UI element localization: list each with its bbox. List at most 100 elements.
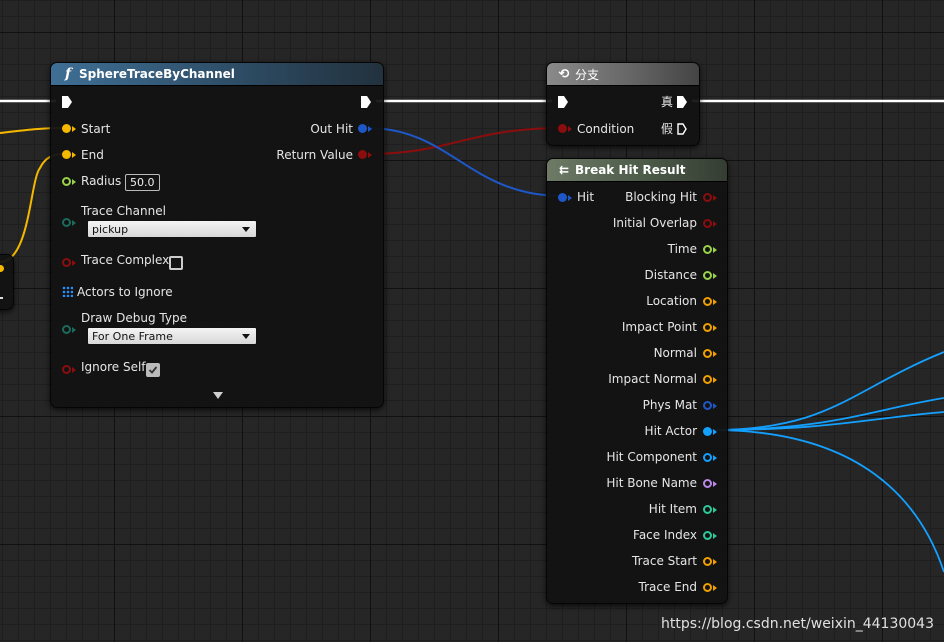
break-hit-output-pin[interactable] bbox=[703, 193, 712, 202]
break-hit-output-pin[interactable] bbox=[703, 583, 712, 592]
start-pin[interactable] bbox=[62, 124, 71, 133]
return-value-pin-arrow bbox=[368, 152, 372, 158]
radius-pin[interactable] bbox=[62, 177, 71, 186]
checkmark-icon bbox=[148, 366, 158, 374]
branch-node[interactable]: ⟲ 分支 真 Condition 假 bbox=[546, 62, 700, 146]
break-hit-output-label: Location bbox=[646, 294, 697, 308]
break-hit-output-pin[interactable] bbox=[703, 271, 712, 280]
break-hit-output-label: Initial Overlap bbox=[612, 216, 697, 230]
ignore-self-pin[interactable] bbox=[62, 365, 71, 374]
branch-icon: ⟲ bbox=[558, 66, 570, 82]
expand-advanced-icon[interactable] bbox=[213, 392, 223, 399]
branch-header[interactable]: ⟲ 分支 bbox=[547, 63, 699, 86]
ignore-self-checkbox[interactable] bbox=[146, 363, 160, 377]
break-hit-output-label: Normal bbox=[653, 346, 697, 360]
break-hit-output-pin[interactable] bbox=[703, 427, 712, 436]
break-hit-node[interactable]: ⇇ Break Hit Result Hit Blocking Hit Initi… bbox=[546, 158, 728, 604]
break-hit-output-pin[interactable] bbox=[703, 479, 712, 488]
branch-true-pin[interactable] bbox=[677, 96, 687, 108]
ignore-self-pin-arrow bbox=[72, 367, 76, 373]
watermark: https://blog.csdn.net/weixin_44130043 bbox=[660, 616, 934, 632]
radius-pin-arrow bbox=[72, 179, 76, 185]
branch-false-label: 假 bbox=[660, 122, 673, 136]
break-hit-output-label: Hit Component bbox=[606, 450, 697, 464]
break-hit-output-label: Hit Item bbox=[648, 502, 697, 516]
break-hit-output-pin-arrow bbox=[713, 481, 717, 487]
break-hit-output-label: Trace End bbox=[638, 580, 697, 594]
break-hit-output-pin[interactable] bbox=[703, 401, 712, 410]
break-hit-output-label: Blocking Hit bbox=[625, 190, 697, 204]
break-hit-output-pin-arrow bbox=[713, 559, 717, 565]
break-hit-output-pin[interactable] bbox=[703, 375, 712, 384]
sphere-trace-node[interactable]: f SphereTraceByChannel Start End Radius … bbox=[50, 62, 384, 408]
draw-debug-dropdown[interactable]: For One Frame bbox=[87, 327, 257, 345]
condition-pin[interactable] bbox=[558, 124, 567, 133]
condition-pin-arrow bbox=[568, 126, 572, 132]
break-hit-output-pin-arrow bbox=[713, 455, 717, 461]
break-hit-output-pin-arrow bbox=[713, 273, 717, 279]
partial-node-left[interactable] bbox=[0, 254, 14, 310]
grid-array-icon[interactable] bbox=[62, 286, 73, 297]
partial-node-line bbox=[0, 297, 3, 299]
break-hit-output-pin[interactable] bbox=[703, 557, 712, 566]
hit-input-pin[interactable] bbox=[558, 193, 567, 202]
hit-input-pin-arrow bbox=[568, 195, 572, 201]
break-struct-icon: ⇇ bbox=[558, 163, 570, 177]
break-hit-output-pin[interactable] bbox=[703, 323, 712, 332]
ignore-self-label: Ignore Self bbox=[81, 360, 146, 374]
exec-out-pin[interactable] bbox=[361, 96, 371, 108]
trace-channel-dropdown[interactable]: pickup bbox=[87, 220, 257, 238]
break-hit-output-label: Impact Point bbox=[621, 320, 697, 334]
draw-debug-label: Draw Debug Type bbox=[81, 311, 187, 325]
break-hit-header[interactable]: ⇇ Break Hit Result bbox=[547, 159, 727, 182]
break-hit-output-pin[interactable] bbox=[703, 505, 712, 514]
break-hit-output-pin-arrow bbox=[713, 195, 717, 201]
condition-label: Condition bbox=[577, 122, 635, 136]
return-value-label: Return Value bbox=[276, 148, 353, 162]
trace-channel-value: pickup bbox=[92, 223, 129, 236]
sphere-trace-header[interactable]: f SphereTraceByChannel bbox=[51, 63, 383, 86]
return-value-pin[interactable] bbox=[358, 150, 367, 159]
out-hit-pin-arrow bbox=[368, 126, 372, 132]
out-hit-pin[interactable] bbox=[358, 124, 367, 133]
sphere-trace-title: SphereTraceByChannel bbox=[79, 67, 235, 81]
break-hit-output-label: Face Index bbox=[633, 528, 697, 542]
break-hit-output-pin-arrow bbox=[713, 507, 717, 513]
break-hit-output-pin[interactable] bbox=[703, 297, 712, 306]
exec-in-pin[interactable] bbox=[62, 96, 72, 108]
trace-complex-checkbox[interactable] bbox=[169, 256, 183, 270]
break-hit-output-pin-arrow bbox=[713, 351, 717, 357]
hit-input-label: Hit bbox=[577, 190, 595, 204]
draw-debug-pin[interactable] bbox=[62, 325, 71, 334]
break-hit-output-pin[interactable] bbox=[703, 531, 712, 540]
break-hit-output-label: Distance bbox=[644, 268, 697, 282]
break-hit-output-pin[interactable] bbox=[703, 245, 712, 254]
trace-channel-pin[interactable] bbox=[62, 218, 71, 227]
radius-label: Radius bbox=[81, 174, 122, 188]
break-hit-output-pin-arrow bbox=[713, 585, 717, 591]
break-hit-output-pin[interactable] bbox=[703, 219, 712, 228]
end-pin[interactable] bbox=[62, 150, 71, 159]
break-hit-output-pin[interactable] bbox=[703, 453, 712, 462]
partial-node-pin-icon bbox=[0, 265, 4, 272]
trace-channel-pin-arrow bbox=[72, 220, 76, 226]
chevron-down-icon bbox=[242, 227, 250, 232]
trace-complex-pin[interactable] bbox=[62, 258, 71, 267]
hitactor-wire-4 bbox=[711, 429, 944, 573]
draw-debug-pin-arrow bbox=[72, 327, 76, 333]
end-label: End bbox=[81, 148, 104, 162]
branch-exec-in-pin[interactable] bbox=[558, 96, 568, 108]
trace-channel-label: Trace Channel bbox=[81, 204, 166, 218]
break-hit-output-label: Time bbox=[667, 242, 697, 256]
actors-to-ignore-label: Actors to Ignore bbox=[77, 285, 173, 299]
break-hit-output-pin-arrow bbox=[713, 247, 717, 253]
start-label: Start bbox=[81, 122, 111, 136]
break-hit-output-label: Hit Actor bbox=[644, 424, 697, 438]
break-hit-output-label: Impact Normal bbox=[608, 372, 697, 386]
hitactor-wire-1 bbox=[711, 351, 944, 431]
break-hit-output-pin[interactable] bbox=[703, 349, 712, 358]
break-hit-output-pin-arrow bbox=[713, 533, 717, 539]
radius-input[interactable]: 50.0 bbox=[125, 174, 160, 191]
branch-false-pin[interactable] bbox=[677, 123, 687, 135]
trace-complex-pin-arrow bbox=[72, 260, 76, 266]
